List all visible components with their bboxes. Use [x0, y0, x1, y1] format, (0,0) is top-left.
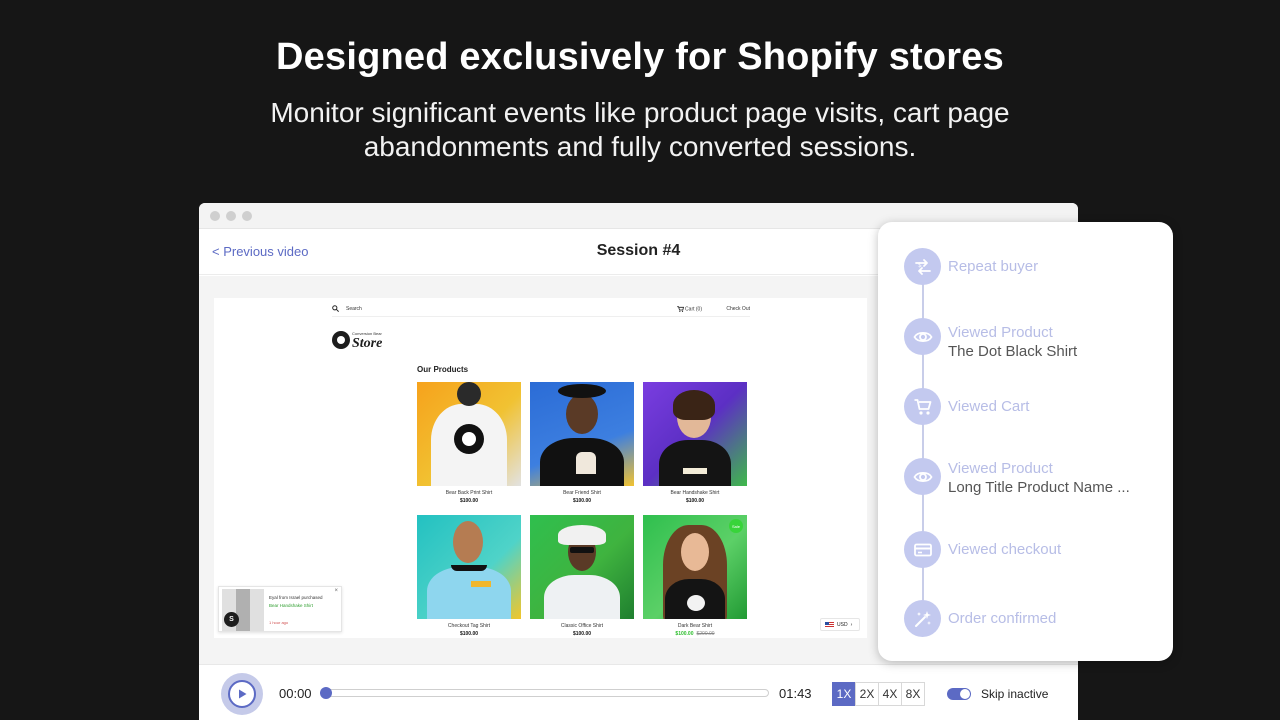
- cart-icon: [904, 388, 941, 425]
- product-sale-price: $100.00: [675, 631, 694, 637]
- product-name: Classic Office Shirt: [560, 623, 604, 629]
- speed-button[interactable]: 2X: [855, 682, 879, 706]
- event-subtitle: Long Title Product Name ...: [948, 479, 1130, 496]
- event-title: Repeat buyer: [948, 258, 1039, 275]
- time-total: 01:43: [779, 686, 812, 701]
- player-controls: 00:00 01:43 1X 2X 4X 8X Skip inactive: [199, 664, 1078, 720]
- product-name: Checkout Tag Shirt: [447, 623, 491, 629]
- hero-subtitle-line2: abandonments and fully converted session…: [363, 131, 917, 162]
- progress-track[interactable]: [320, 687, 769, 699]
- eye-icon: [904, 318, 941, 355]
- skip-inactive-toggle[interactable]: [947, 688, 971, 700]
- currency-selector[interactable]: USD ›: [820, 618, 860, 631]
- window-dot-icon: [210, 210, 220, 221]
- sale-badge: Sale: [729, 519, 743, 533]
- store-replay-frame: Search Cart (0) Check Out Conversion Bea…: [214, 298, 867, 638]
- store-checkout-link[interactable]: Check Out: [726, 306, 750, 312]
- window-dot-icon: [242, 210, 252, 221]
- product-card[interactable]: Classic Office Shirt $100.00: [530, 515, 634, 637]
- event-title: Viewed Product: [948, 324, 1053, 341]
- session-events-panel: $ Repeat buyer Viewed Product The Dot Bl…: [878, 222, 1173, 661]
- speed-selector: 1X 2X 4X 8X: [832, 682, 925, 706]
- store-search-input[interactable]: Search: [346, 306, 362, 312]
- event-title: Viewed checkout: [948, 541, 1062, 558]
- product-name: Bear Back Print Shirt: [445, 490, 493, 496]
- product-card[interactable]: Bear Friend Shirt $100.00: [530, 382, 634, 504]
- skip-inactive-label: Skip inactive: [981, 687, 1049, 701]
- close-icon[interactable]: ×: [334, 588, 338, 594]
- notification-product[interactable]: Bear Handshake Shirt: [269, 603, 313, 608]
- speed-button[interactable]: 1X: [832, 682, 856, 706]
- event-item[interactable]: Viewed Cart: [904, 388, 1164, 428]
- notification-time: 1 hour ago: [269, 620, 289, 625]
- product-card[interactable]: Sale Dark Bear Shirt $100.00 $200.00: [643, 515, 747, 637]
- product-image: Sale: [643, 515, 747, 619]
- hero-subtitle-line1: Monitor significant events like product …: [270, 97, 1010, 128]
- product-price: $100.00 $200.00: [643, 631, 747, 637]
- event-title: Order confirmed: [948, 610, 1057, 627]
- currency-label: USD: [837, 621, 848, 628]
- product-price: $100.00: [685, 498, 705, 504]
- play-icon: [239, 689, 247, 699]
- event-item[interactable]: Viewed checkout: [904, 531, 1164, 571]
- product-image: [417, 515, 521, 619]
- speed-button[interactable]: 4X: [878, 682, 902, 706]
- sparkles-icon: [904, 600, 941, 637]
- bear-logo-icon: [332, 331, 350, 349]
- hero-subtitle: Monitor significant events like product …: [0, 96, 1280, 164]
- event-item[interactable]: $ Repeat buyer: [904, 248, 1164, 288]
- eye-icon: [904, 458, 941, 495]
- product-image: [530, 382, 634, 486]
- search-icon[interactable]: [332, 305, 339, 312]
- event-title: Viewed Cart: [948, 398, 1030, 415]
- store-products-heading: Our Products: [417, 365, 469, 374]
- product-card[interactable]: Checkout Tag Shirt $100.00: [417, 515, 521, 637]
- store-nav: Search Cart (0) Check Out: [332, 303, 750, 317]
- cart-icon: [676, 306, 684, 312]
- purchase-notification[interactable]: S Eyal from Israel purchased Bear Handsh…: [218, 586, 342, 632]
- product-image: [530, 515, 634, 619]
- product-image: [417, 382, 521, 486]
- store-logo[interactable]: Conversion Bear Store: [332, 330, 392, 352]
- event-subtitle: The Dot Black Shirt: [948, 343, 1078, 360]
- swap-dollar-icon: $: [904, 248, 941, 285]
- svg-text:$: $: [918, 262, 922, 269]
- product-old-price: $200.00: [696, 631, 715, 637]
- product-name: Bear Handshake Shirt: [670, 490, 720, 496]
- time-elapsed: 00:00: [279, 686, 312, 701]
- event-item[interactable]: Order confirmed: [904, 600, 1164, 640]
- window-dot-icon: [226, 210, 236, 221]
- progress-knob[interactable]: [320, 687, 332, 699]
- event-item[interactable]: Viewed Product The Dot Black Shirt: [904, 318, 1164, 360]
- product-name: Dark Bear Shirt: [677, 623, 713, 629]
- event-item[interactable]: Viewed Product Long Title Product Name .…: [904, 458, 1164, 498]
- store-logo-big: Store: [352, 336, 383, 351]
- play-button[interactable]: [221, 673, 263, 715]
- hero-title: Designed exclusively for Shopify stores: [276, 36, 1004, 78]
- product-card[interactable]: Bear Back Print Shirt $100.00: [417, 382, 521, 504]
- notification-line1: Eyal from Israel purchased: [269, 595, 323, 600]
- speed-button[interactable]: 8X: [901, 682, 925, 706]
- store-cart-label: Cart (0): [685, 306, 702, 313]
- product-name: Bear Friend Shirt: [563, 490, 601, 496]
- product-image: [643, 382, 747, 486]
- product-price: $100.00: [459, 631, 479, 637]
- product-card[interactable]: Bear Handshake Shirt $100.00: [643, 382, 747, 504]
- event-title: Viewed Product: [948, 460, 1053, 477]
- product-price: $100.00: [572, 631, 592, 637]
- credit-card-icon: [904, 531, 941, 568]
- shopify-bag-icon: S: [224, 612, 239, 627]
- product-price: $100.00: [572, 498, 592, 504]
- product-price: $100.00: [459, 498, 479, 504]
- store-cart-link[interactable]: Cart (0): [676, 306, 702, 313]
- chevron-right-icon: ›: [850, 621, 853, 628]
- us-flag-icon: [825, 621, 834, 628]
